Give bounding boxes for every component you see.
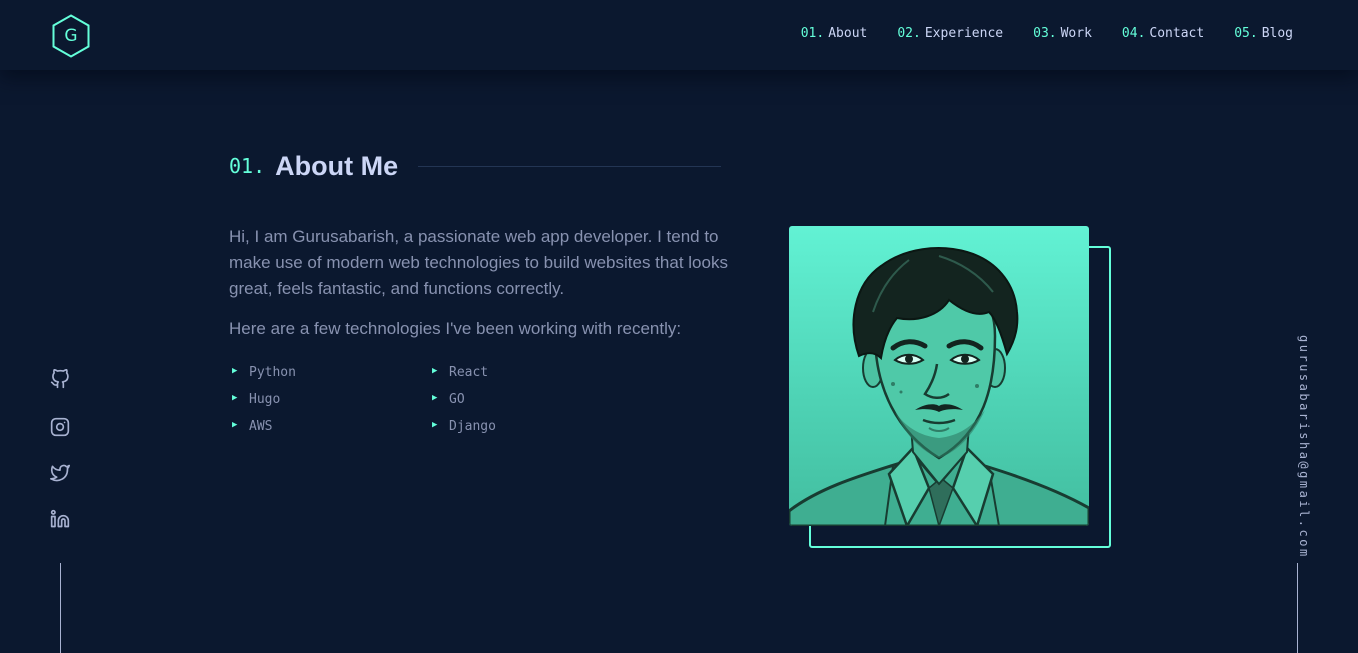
triangle-bullet-icon: ▶ bbox=[232, 420, 238, 430]
email-link[interactable]: gurusabarisha@gmail.com bbox=[1297, 335, 1311, 559]
instagram-icon[interactable] bbox=[49, 416, 71, 438]
main-nav: 01. About 02. Experience 03. Work 04. Contac… bbox=[801, 26, 1293, 41]
list-item: ▶ AWS bbox=[229, 418, 429, 436]
site-header: G 01. About 02. Experience 03. Work 04. Cont… bbox=[0, 0, 1358, 70]
twitter-icon[interactable] bbox=[49, 462, 71, 484]
right-vertical-line bbox=[1297, 563, 1298, 653]
nav-item-work[interactable]: 03. Work bbox=[1033, 26, 1092, 41]
tech-list: ▶ Python ▶ React ▶ Hugo ▶ GO ▶ AWS ▶ Django bbox=[229, 364, 629, 436]
nav-item-experience[interactable]: 02. Experience bbox=[897, 26, 1003, 41]
nav-label: About bbox=[828, 26, 868, 41]
tech-label: AWS bbox=[249, 419, 273, 434]
profile-portrait bbox=[789, 226, 1089, 526]
triangle-bullet-icon: ▶ bbox=[232, 393, 238, 403]
section-title: About Me bbox=[275, 150, 399, 181]
left-vertical-line bbox=[60, 563, 61, 653]
nav-number: 05. bbox=[1234, 26, 1258, 41]
tech-label: Hugo bbox=[249, 392, 281, 407]
bio-paragraph: Hi, I am Gurusabarish, a passionate web … bbox=[229, 227, 728, 298]
github-icon[interactable] bbox=[49, 368, 71, 390]
list-item: ▶ Django bbox=[429, 418, 629, 436]
triangle-bullet-icon: ▶ bbox=[432, 393, 438, 403]
list-item: ▶ React bbox=[429, 364, 629, 382]
tech-label: GO bbox=[449, 392, 465, 407]
nav-label: Contact bbox=[1149, 26, 1205, 41]
portrait-illustration bbox=[789, 247, 1089, 526]
list-item: ▶ Hugo bbox=[229, 391, 429, 409]
nav-number: 04. bbox=[1121, 26, 1146, 41]
triangle-bullet-icon: ▶ bbox=[432, 366, 438, 376]
triangle-bullet-icon: ▶ bbox=[232, 366, 238, 376]
heading-divider bbox=[418, 165, 721, 167]
nav-label: Work bbox=[1060, 26, 1092, 41]
nav-item-about[interactable]: 01. About bbox=[801, 26, 868, 41]
linkedin-icon[interactable] bbox=[49, 508, 71, 530]
tech-label: React bbox=[449, 365, 489, 380]
list-item: ▶ GO bbox=[429, 391, 629, 409]
nav-number: 02. bbox=[897, 26, 921, 41]
logo[interactable]: G bbox=[51, 14, 91, 58]
nav-label: Blog bbox=[1261, 26, 1293, 41]
tech-label: Python bbox=[249, 365, 296, 380]
tech-label: Django bbox=[449, 419, 496, 434]
nav-item-contact[interactable]: 04. Contact bbox=[1122, 26, 1204, 41]
section-number: 01. bbox=[229, 154, 266, 178]
nav-number: 01. bbox=[800, 26, 825, 41]
triangle-bullet-icon: ▶ bbox=[432, 420, 438, 430]
nav-item-blog[interactable]: 05. Blog bbox=[1234, 26, 1293, 41]
logo-letter: G bbox=[64, 26, 78, 46]
list-item: ▶ Python bbox=[229, 364, 429, 382]
nav-number: 03. bbox=[1033, 26, 1057, 41]
section-heading: 01. About Me bbox=[229, 146, 721, 186]
nav-label: Experience bbox=[924, 26, 1004, 41]
tech-intro: Here are a few technologies I've been wo… bbox=[229, 319, 682, 338]
